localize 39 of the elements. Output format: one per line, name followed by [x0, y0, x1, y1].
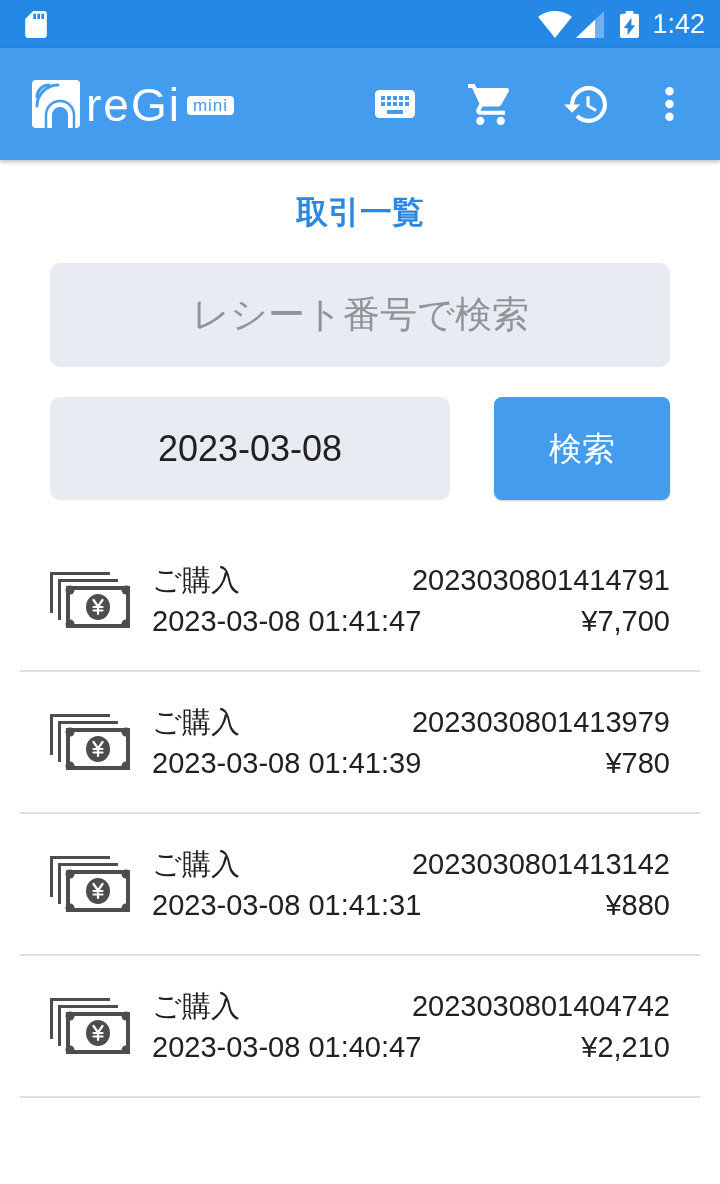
transaction-list-item[interactable]: ご購入 2023030801413142 2023-03-08 01:41:31 ¥880 [20, 814, 700, 956]
sd-card-icon [25, 10, 47, 38]
receipt-number: 2023030801413979 [411, 704, 670, 740]
wifi-icon [538, 10, 573, 38]
transaction-datetime: 2023-03-08 01:40:47 [152, 1029, 422, 1065]
transaction-type: ご購入 [152, 846, 240, 882]
receipt-number: 2023030801413142 [411, 846, 670, 882]
transaction-list-item[interactable]: ご購入 2023030801404742 2023-03-08 01:40:47 ¥2,210 [20, 956, 700, 1098]
history-icon[interactable] [564, 85, 607, 123]
status-time: 1:42 [652, 8, 705, 40]
transaction-amount: ¥880 [605, 887, 670, 923]
transaction-datetime: 2023-03-08 01:41:47 [152, 603, 422, 639]
signal-icon [576, 10, 605, 38]
transaction-datetime: 2023-03-08 01:41:39 [152, 745, 422, 781]
more-menu-icon[interactable] [665, 87, 674, 121]
yen-banknotes-icon [50, 856, 130, 912]
keyboard-icon[interactable] [375, 90, 415, 118]
page-title: 取引一覧 [295, 194, 425, 230]
transaction-amount: ¥780 [605, 745, 670, 781]
yen-banknotes-icon [50, 998, 130, 1054]
yen-banknotes-icon [50, 714, 130, 770]
receipt-number: 2023030801414791 [411, 562, 670, 598]
transaction-datetime: 2023-03-08 01:41:31 [152, 887, 422, 923]
receipt-number: 2023030801404742 [411, 988, 670, 1024]
date-field[interactable]: 2023-03-08 [50, 397, 450, 500]
logo-suffix-label: mini [186, 96, 235, 115]
transaction-amount: ¥2,210 [581, 1029, 670, 1065]
transaction-list-item[interactable]: ご購入 2023030801413979 2023-03-08 01:41:39 ¥780 [20, 672, 700, 814]
receipt-search-field[interactable]: レシート番号で検索 [50, 263, 670, 367]
transaction-amount: ¥7,700 [581, 603, 670, 639]
transaction-type: ご購入 [152, 704, 240, 740]
yen-banknotes-icon [50, 572, 130, 628]
logo-wordmark: reGi [86, 82, 181, 128]
transaction-type: ご購入 [152, 562, 240, 598]
transaction-type: ご購入 [152, 988, 240, 1024]
logo-mark-icon [32, 80, 80, 128]
transaction-list-item[interactable]: ご購入 2023030801414791 2023-03-08 01:41:47 ¥7,700 [20, 530, 700, 672]
cart-icon[interactable] [468, 83, 509, 125]
battery-charging-icon [620, 10, 640, 38]
